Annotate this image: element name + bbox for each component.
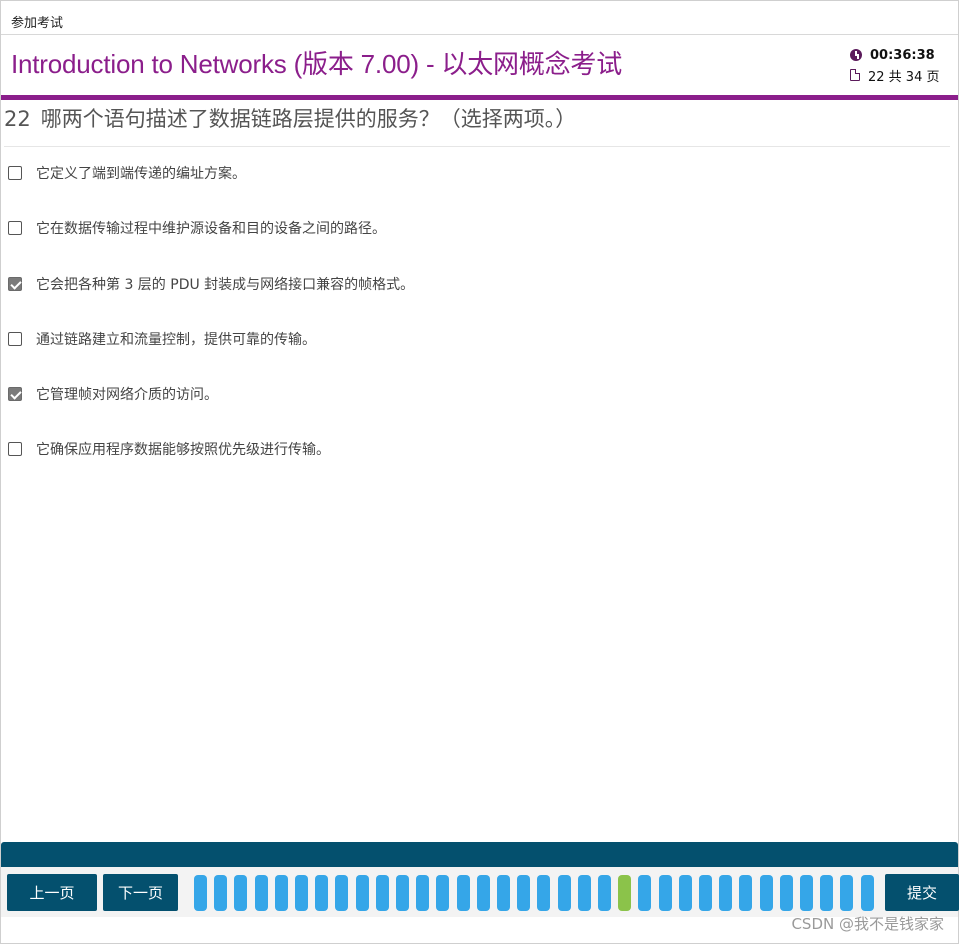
page-pill-6[interactable] xyxy=(295,875,308,911)
page-pill-9[interactable] xyxy=(356,875,369,911)
option-6[interactable]: 它确保应用程序数据能够按照优先级进行传输。 xyxy=(8,438,330,460)
option-4-checkbox[interactable] xyxy=(8,332,22,346)
exam-window: 参加考试 Introduction to Networks (版本 7.00) … xyxy=(0,0,959,944)
page-pill-7[interactable] xyxy=(315,875,328,911)
page-counter: 22 共 34 页 xyxy=(850,65,950,85)
footer-bar xyxy=(1,842,958,867)
window-titlebar: 参加考试 xyxy=(1,1,958,35)
option-2-checkbox[interactable] xyxy=(8,221,22,235)
clock-icon xyxy=(850,49,862,61)
option-2-label: 它在数据传输过程中维护源设备和目的设备之间的路径。 xyxy=(36,221,386,237)
page-pill-16[interactable] xyxy=(497,875,510,911)
question-number: 22 xyxy=(4,107,31,131)
exam-meta: 00:36:38 22 共 34 页 xyxy=(850,45,950,85)
page-pill-11[interactable] xyxy=(396,875,409,911)
option-6-label: 它确保应用程序数据能够按照优先级进行传输。 xyxy=(36,442,330,458)
option-5-checkbox[interactable] xyxy=(8,387,22,401)
exam-title: Introduction to Networks (版本 7.00) - 以太网… xyxy=(11,49,623,79)
option-3-label: 它会把各种第 3 层的 PDU 封装成与网络接口兼容的帧格式。 xyxy=(36,277,415,293)
watermark: CSDN @我不是钱家家 xyxy=(791,915,944,933)
page-pill-31[interactable] xyxy=(800,875,813,911)
option-4-label: 通过链路建立和流量控制，提供可靠的传输。 xyxy=(36,332,316,348)
page-pill-18[interactable] xyxy=(537,875,550,911)
navigation-bar: 上一页 下一页 提交 xyxy=(1,867,959,917)
option-3-checkbox[interactable] xyxy=(8,277,22,291)
page-pill-29[interactable] xyxy=(760,875,773,911)
page-pill-14[interactable] xyxy=(457,875,470,911)
page-pill-12[interactable] xyxy=(416,875,429,911)
page-pill-15[interactable] xyxy=(477,875,490,911)
page-pill-34[interactable] xyxy=(861,875,874,911)
header-accent-bar xyxy=(1,95,958,100)
page-pill-13[interactable] xyxy=(436,875,449,911)
page-pill-28[interactable] xyxy=(739,875,752,911)
option-5-label: 它管理帧对网络介质的访问。 xyxy=(36,387,218,403)
option-5[interactable]: 它管理帧对网络介质的访问。 xyxy=(8,383,218,405)
question-prompt: 22 哪两个语句描述了数据链路层提供的服务？（选择两项。） xyxy=(4,103,950,147)
page-pill-1[interactable] xyxy=(194,875,207,911)
page-pill-20[interactable] xyxy=(578,875,591,911)
timer-value: 00:36:38 xyxy=(870,47,935,63)
page-pill-21[interactable] xyxy=(598,875,611,911)
page-counter-value: 22 共 34 页 xyxy=(868,69,940,85)
window-title: 参加考试 xyxy=(11,16,64,31)
page-pill-19[interactable] xyxy=(558,875,571,911)
page-pill-17[interactable] xyxy=(517,875,530,911)
page-pill-32[interactable] xyxy=(820,875,833,911)
option-4[interactable]: 通过链路建立和流量控制，提供可靠的传输。 xyxy=(8,328,316,350)
page-pill-30[interactable] xyxy=(780,875,793,911)
timer: 00:36:38 xyxy=(850,45,950,65)
page-pill-5[interactable] xyxy=(275,875,288,911)
prev-page-button[interactable]: 上一页 xyxy=(7,874,97,911)
page-pill-10[interactable] xyxy=(376,875,389,911)
page-pill-25[interactable] xyxy=(679,875,692,911)
submit-button[interactable]: 提交 xyxy=(885,874,959,911)
option-6-checkbox[interactable] xyxy=(8,442,22,456)
page-pill-23[interactable] xyxy=(638,875,651,911)
option-3[interactable]: 它会把各种第 3 层的 PDU 封装成与网络接口兼容的帧格式。 xyxy=(8,273,414,295)
page-pill-3[interactable] xyxy=(234,875,247,911)
question-text: 哪两个语句描述了数据链路层提供的服务？（选择两项。） xyxy=(40,107,577,131)
page-pill-2[interactable] xyxy=(214,875,227,911)
option-1-label: 它定义了端到端传递的编址方案。 xyxy=(36,166,246,182)
option-1-checkbox[interactable] xyxy=(8,166,22,180)
page-icon xyxy=(850,69,860,81)
page-pill-8[interactable] xyxy=(335,875,348,911)
page-pill-33[interactable] xyxy=(840,875,853,911)
next-page-button[interactable]: 下一页 xyxy=(103,874,178,911)
option-2[interactable]: 它在数据传输过程中维护源设备和目的设备之间的路径。 xyxy=(8,217,386,239)
page-pill-26[interactable] xyxy=(699,875,712,911)
page-pill-24[interactable] xyxy=(659,875,672,911)
page-pill-22[interactable] xyxy=(618,875,631,911)
exam-header: Introduction to Networks (版本 7.00) - 以太网… xyxy=(1,35,958,95)
option-1[interactable]: 它定义了端到端传递的编址方案。 xyxy=(8,162,246,184)
page-pill-27[interactable] xyxy=(719,875,732,911)
page-pill-4[interactable] xyxy=(255,875,268,911)
